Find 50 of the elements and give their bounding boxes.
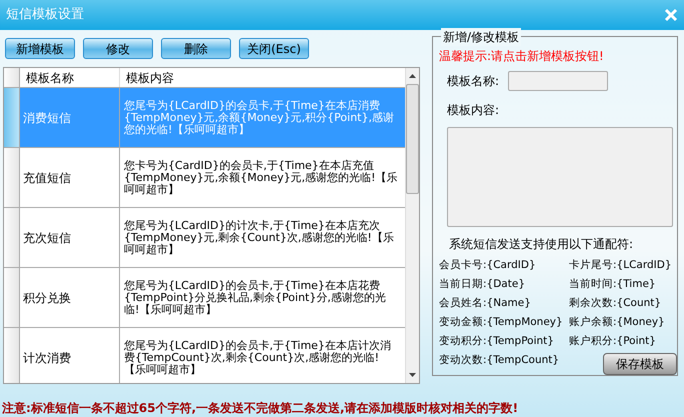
row-header[interactable] xyxy=(4,148,19,208)
table-cell-text: 计次消费 xyxy=(22,350,71,366)
table-cell-text: 您尾号为{LCardID}的会员卡,于{Time}在本店计次消费{TempCount}次,剩余{Count}次,感谢您的光临!【乐呵呵超市】 xyxy=(124,340,392,376)
wildcards-heading: 系统短信发送支持使用以下通配符: xyxy=(449,236,634,253)
row-header[interactable] xyxy=(4,208,19,268)
table-cell-text: 您卡号为{CardID}的会员卡,于{Time}在本店充值{TempMoney}元,余额{Money}元,感谢您的光临!【乐呵呵超市】 xyxy=(124,160,399,196)
wildcard-text: 卡片尾号:{LCardID} xyxy=(569,258,672,273)
wildcard-text: 变动次数:{TempCount} xyxy=(439,353,560,368)
table-cell-text: 您尾号为{LCardID}的会员卡,于{Time}在本店消费{TempMoney}元,余额{Money}元,积分{Point},感谢您的光临!【乐呵呵超市】 xyxy=(124,100,395,136)
table-cell-text: 充次短信 xyxy=(22,230,71,246)
table-cell-text: 充值短信 xyxy=(22,170,71,186)
table-row[interactable]: 积分兑换 您尾号为{LCardID}的会员卡,于{Time}在本店花费{TempPoint}分兑换礼品,剩余{Point}分,感谢您的光临!【乐呵呵超市】 xyxy=(20,268,405,328)
wildcard-text: 当前时间:{Time} xyxy=(569,277,657,292)
wildcard-text: 会员姓名:{Name} xyxy=(439,296,532,311)
scroll-down-icon[interactable] xyxy=(408,373,416,377)
close-icon[interactable] xyxy=(664,8,678,22)
table-row[interactable]: 充值短信 您卡号为{CardID}的会员卡,于{Time}在本店充值{TempMoney}元,余额{Money}元,感谢您的光临!【乐呵呵超市】 xyxy=(20,148,405,208)
wildcard-text: 当前日期:{Date} xyxy=(439,277,526,292)
table-cell-text: 消费短信 xyxy=(22,110,71,126)
window-title: 短信模板设置 xyxy=(6,6,84,24)
wildcard-text: 变动积分:{TempPoint} xyxy=(439,334,555,349)
name-field[interactable] xyxy=(508,71,608,91)
wildcard-text: 变动金额:{TempMoney} xyxy=(439,315,564,330)
footer-note: 注意:标准短信一条不超过65个字符,一条发送不完做第二条发送,请在添加模版时核对相关的字数! xyxy=(1,400,520,417)
table-row[interactable]: 充次短信 您尾号为{LCardID}的计次卡,于{Time}在本店充次{TempMoney}元,剩余{Count}次,感谢您的光临!【乐呵呵超市】 xyxy=(20,208,405,268)
wildcard-text: 账户余额:{Money} xyxy=(569,315,666,330)
toolbar-button[interactable]: 新增模板 xyxy=(5,38,75,59)
row-header[interactable] xyxy=(4,328,19,383)
row-header[interactable] xyxy=(4,88,19,148)
column-header[interactable]: 模板名称 xyxy=(20,68,120,87)
table-cell-text: 您尾号为{LCardID}的会员卡,于{Time}在本店花费{TempPoint}分兑换礼品,剩余{Point}分,感谢您的光临!【乐呵呵超市】 xyxy=(124,280,387,316)
toolbar-button[interactable]: 关闭(Esc) xyxy=(239,38,309,59)
toolbar-button[interactable]: 删除 xyxy=(161,38,231,59)
row-header[interactable] xyxy=(4,268,19,328)
table-cell-text: 您尾号为{LCardID}的计次卡,于{Time}在本店充次{TempMoney}元,剩余{Count}次,感谢您的光临!【乐呵呵超市】 xyxy=(124,220,395,256)
toolbar-button[interactable]: 修改 xyxy=(83,38,153,59)
wildcard-text: 账户积分:{Point} xyxy=(569,334,657,349)
save-button[interactable]: 保存模板 xyxy=(603,353,677,375)
hint-text: 温馨提示:请点击新增模板按钮! xyxy=(439,48,605,65)
scroll-thumb[interactable] xyxy=(406,84,419,194)
scroll-up-icon[interactable] xyxy=(408,74,416,78)
wildcard-text: 剩余次数:{Count} xyxy=(569,296,662,311)
wildcard-text: 会员卡号:{CardID} xyxy=(439,258,537,273)
scrollbar[interactable] xyxy=(404,68,419,383)
field-label: 模板名称: xyxy=(447,73,500,90)
group-title: 新增/修改模板 xyxy=(441,28,522,46)
content-field[interactable] xyxy=(447,127,673,227)
table-cell-text: 积分兑换 xyxy=(22,290,71,306)
field-label: 模板内容: xyxy=(447,102,500,119)
column-header[interactable]: 模板内容 xyxy=(120,68,405,87)
